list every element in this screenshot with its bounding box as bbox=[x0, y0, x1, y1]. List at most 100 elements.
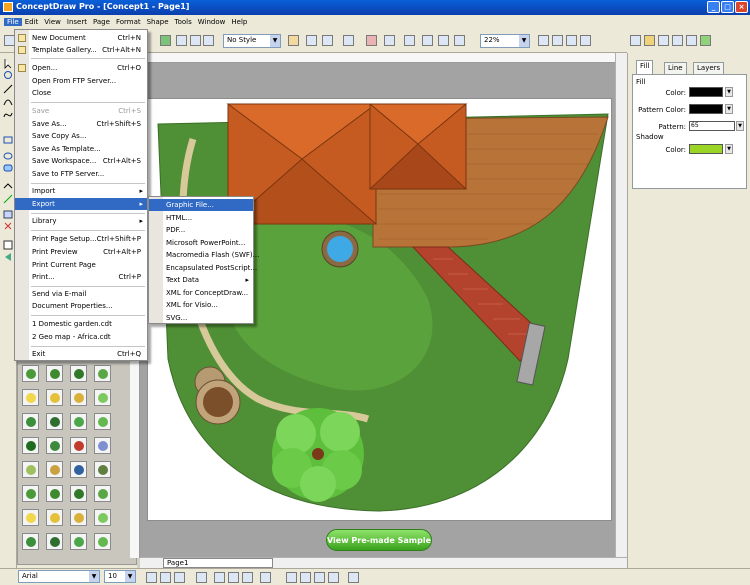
chevron-down-icon[interactable]: ▼ bbox=[725, 144, 733, 154]
menu-view[interactable]: View bbox=[41, 18, 64, 26]
menu-window[interactable]: Window bbox=[195, 18, 229, 26]
minimize-button[interactable]: _ bbox=[707, 1, 720, 13]
library-shape[interactable] bbox=[94, 365, 111, 382]
library-shape[interactable] bbox=[70, 365, 87, 382]
font-size-combo[interactable]: 10 ▼ bbox=[104, 570, 136, 583]
export-menu-item[interactable]: PDF... bbox=[149, 224, 253, 236]
file-menu-item[interactable]: Library ▸ bbox=[15, 215, 147, 227]
file-menu-item[interactable]: Save to FTP Server... bbox=[15, 168, 147, 180]
file-menu-item[interactable]: Print Page Setup... Ctrl+Shift+P bbox=[15, 233, 147, 245]
panel-icon-6[interactable] bbox=[700, 35, 711, 46]
file-menu-item[interactable]: Save As Template... bbox=[15, 143, 147, 155]
menu-help[interactable]: Help bbox=[228, 18, 250, 26]
subscript-icon[interactable] bbox=[260, 572, 271, 583]
file-menu-item[interactable]: Send via E-mail bbox=[15, 288, 147, 300]
pattern-color-swatch[interactable] bbox=[689, 104, 723, 114]
library-shape[interactable] bbox=[46, 413, 63, 430]
file-menu-item[interactable]: Document Properties... bbox=[15, 300, 147, 312]
library-shape[interactable] bbox=[46, 437, 63, 454]
group-icon[interactable] bbox=[438, 35, 449, 46]
fill-pattern-icon[interactable] bbox=[384, 35, 395, 46]
line-color-icon[interactable] bbox=[288, 35, 299, 46]
file-menu-item[interactable]: Print... Ctrl+P bbox=[15, 271, 147, 283]
export-menu-item[interactable]: Encapsulated PostScript... bbox=[149, 262, 257, 274]
menu-insert[interactable]: Insert bbox=[64, 18, 90, 26]
library-shape[interactable] bbox=[46, 533, 63, 550]
file-menu-item[interactable]: Close bbox=[15, 87, 147, 99]
library-shape[interactable] bbox=[46, 485, 63, 502]
file-menu-item[interactable]: Save As... Ctrl+Shift+S bbox=[15, 118, 147, 130]
bold-icon[interactable] bbox=[214, 572, 225, 583]
file-menu-item[interactable]: Print Preview Ctrl+Alt+P bbox=[15, 246, 147, 258]
export-menu-item[interactable]: HTML... bbox=[149, 212, 253, 224]
file-menu-item[interactable]: Save Workspace... Ctrl+Alt+S bbox=[15, 155, 147, 167]
style-combo[interactable]: No Style ▼ bbox=[223, 34, 281, 48]
library-shape[interactable] bbox=[70, 461, 87, 478]
chevron-down-icon[interactable]: ▼ bbox=[725, 87, 733, 97]
library-shape[interactable] bbox=[70, 533, 87, 550]
menu-file[interactable]: File bbox=[4, 18, 22, 26]
layout-icon[interactable] bbox=[160, 35, 171, 46]
file-menu-item[interactable]: 1 Domestic garden.cdt bbox=[15, 318, 147, 330]
menu-shape[interactable]: Shape bbox=[144, 18, 172, 26]
library-shape[interactable] bbox=[70, 413, 87, 430]
file-menu-item[interactable]: Exit Ctrl+Q bbox=[15, 348, 147, 360]
zoom-fit-icon[interactable] bbox=[566, 35, 577, 46]
highlight-icon[interactable] bbox=[196, 572, 207, 583]
arrow-style-icon[interactable] bbox=[343, 35, 354, 46]
zoom-out-icon[interactable] bbox=[552, 35, 563, 46]
grid-icon[interactable] bbox=[190, 35, 201, 46]
library-shape[interactable] bbox=[22, 365, 39, 382]
panel-icon-5[interactable] bbox=[686, 35, 697, 46]
library-shape[interactable] bbox=[46, 365, 63, 382]
library-shape[interactable] bbox=[70, 437, 87, 454]
library-shape[interactable] bbox=[70, 389, 87, 406]
menu-edit[interactable]: Edit bbox=[22, 18, 42, 26]
export-menu-item[interactable]: XML for Visio... bbox=[149, 299, 253, 311]
shadow-color-swatch[interactable] bbox=[689, 144, 723, 154]
text-color-icon[interactable] bbox=[174, 572, 185, 583]
panel-icon-4[interactable] bbox=[672, 35, 683, 46]
library-shape[interactable] bbox=[70, 509, 87, 526]
export-menu-item[interactable]: SVG... bbox=[149, 312, 253, 324]
library-shape[interactable] bbox=[22, 389, 39, 406]
font-combo[interactable]: Arial ▼ bbox=[18, 570, 100, 583]
export-menu-item[interactable]: Microsoft PowerPoint... bbox=[149, 237, 253, 249]
align-center-icon[interactable] bbox=[300, 572, 311, 583]
hand-icon[interactable] bbox=[580, 35, 591, 46]
export-menu-item[interactable]: Macromedia Flash (SWF)... bbox=[149, 249, 259, 261]
bullets-icon[interactable] bbox=[348, 572, 359, 583]
panel-icon-2[interactable] bbox=[644, 35, 655, 46]
library-shape[interactable] bbox=[22, 485, 39, 502]
library-shape[interactable] bbox=[94, 413, 111, 430]
tab-layers[interactable]: Layers bbox=[693, 62, 725, 74]
line-weight-icon[interactable] bbox=[306, 35, 317, 46]
shadow-icon[interactable] bbox=[404, 35, 415, 46]
file-menu-item[interactable]: Save Ctrl+S bbox=[15, 105, 147, 117]
library-shape[interactable] bbox=[22, 461, 39, 478]
chevron-down-icon[interactable]: ▼ bbox=[725, 104, 733, 114]
menu-format[interactable]: Format bbox=[113, 18, 144, 26]
file-menu-item[interactable]: Export ▸ bbox=[15, 198, 147, 210]
menu-tools[interactable]: Tools bbox=[172, 18, 195, 26]
library-shape[interactable] bbox=[46, 461, 63, 478]
library-shape[interactable] bbox=[46, 509, 63, 526]
underline-icon[interactable] bbox=[242, 572, 253, 583]
library-shape[interactable] bbox=[22, 437, 39, 454]
library-shape[interactable] bbox=[94, 437, 111, 454]
export-menu-item[interactable]: Text Data ▸ bbox=[149, 274, 253, 286]
file-menu-item[interactable]: 2 Geo map - Africa.cdt bbox=[15, 331, 147, 343]
library-shape[interactable] bbox=[94, 485, 111, 502]
panel-icon-3[interactable] bbox=[658, 35, 669, 46]
justify-icon[interactable] bbox=[328, 572, 339, 583]
zoom-combo[interactable]: 22% ▼ bbox=[480, 34, 530, 48]
page-tab[interactable]: Page1 bbox=[163, 558, 273, 568]
library-shape[interactable] bbox=[70, 485, 87, 502]
file-menu-item[interactable]: Open From FTP Server... bbox=[15, 75, 147, 87]
fill-color-swatch[interactable] bbox=[689, 87, 723, 97]
rotate-icon[interactable] bbox=[454, 35, 465, 46]
library-shape[interactable] bbox=[22, 509, 39, 526]
file-menu-item[interactable]: Print Current Page bbox=[15, 259, 147, 271]
library-shape[interactable] bbox=[22, 413, 39, 430]
tab-fill[interactable]: Fill bbox=[636, 60, 654, 74]
